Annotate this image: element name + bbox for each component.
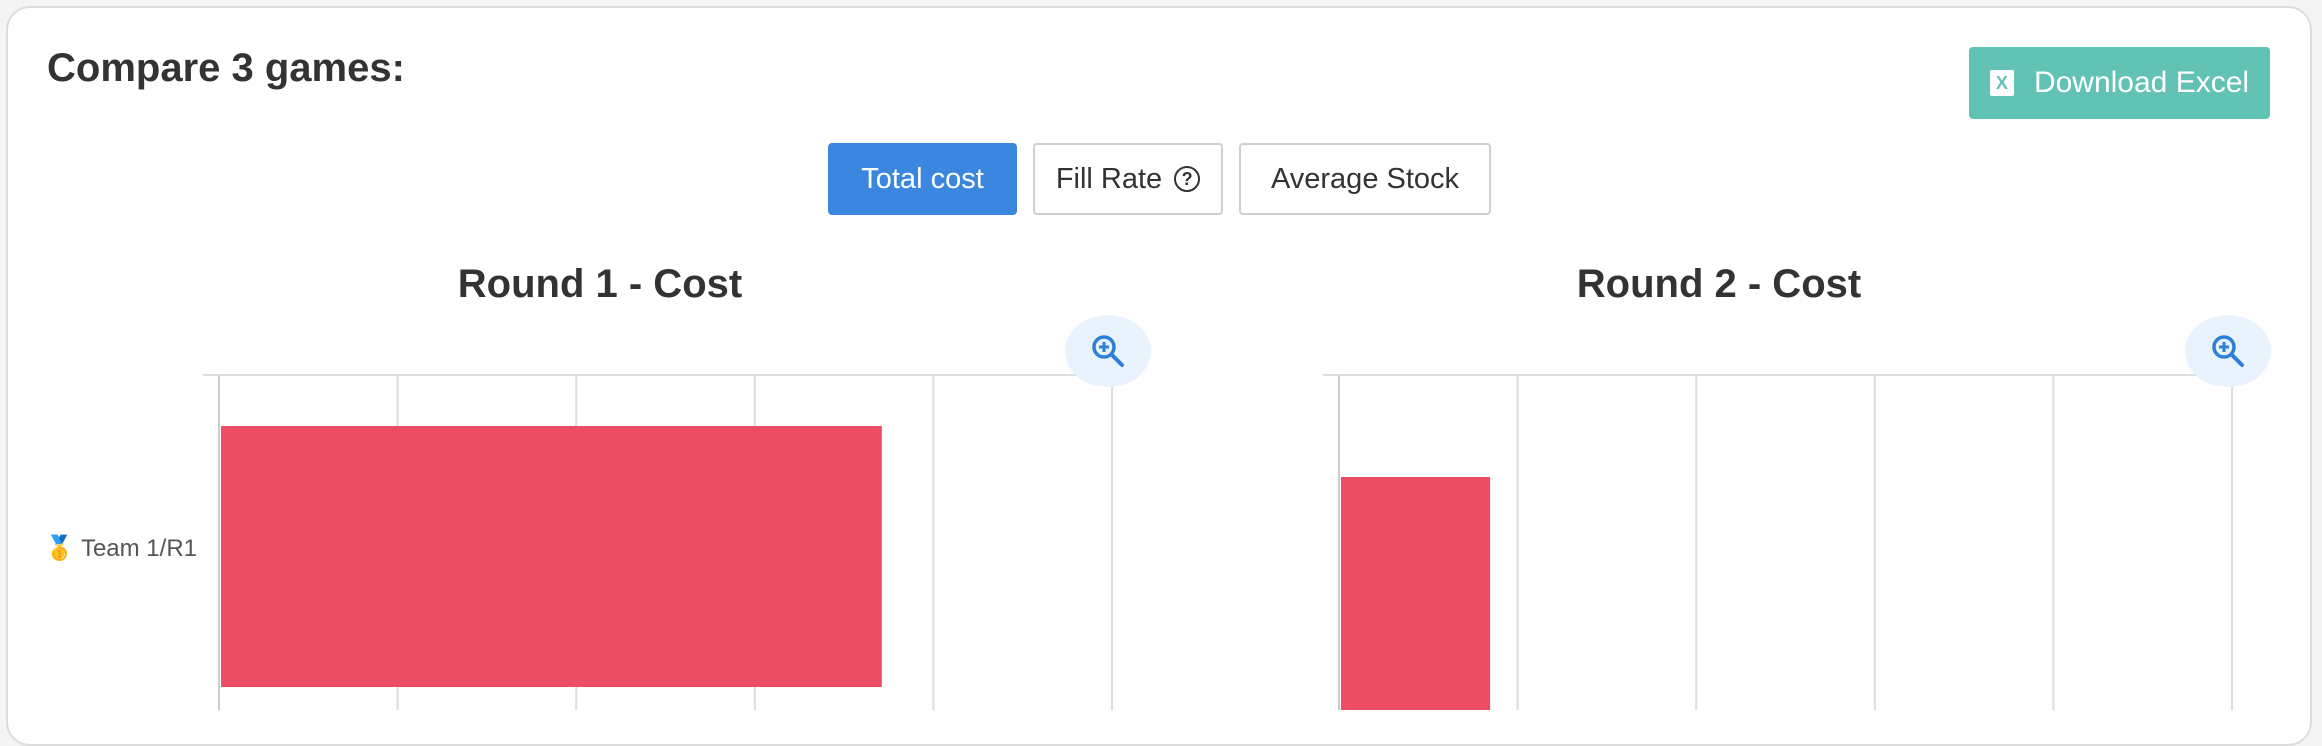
charts-canvas: 🥇 Team 1/R1 <box>45 374 2233 710</box>
zoom-button-round-2[interactable] <box>2185 315 2271 387</box>
zoom-in-icon <box>1092 335 1124 367</box>
zoom-in-icon <box>2212 335 2244 367</box>
chart-1-bar <box>221 426 882 687</box>
chart-1-category-label: 🥇 Team 1/R1 <box>45 534 197 562</box>
chart-2-bar <box>1341 477 1491 710</box>
zoom-button-round-1[interactable] <box>1065 315 1151 387</box>
